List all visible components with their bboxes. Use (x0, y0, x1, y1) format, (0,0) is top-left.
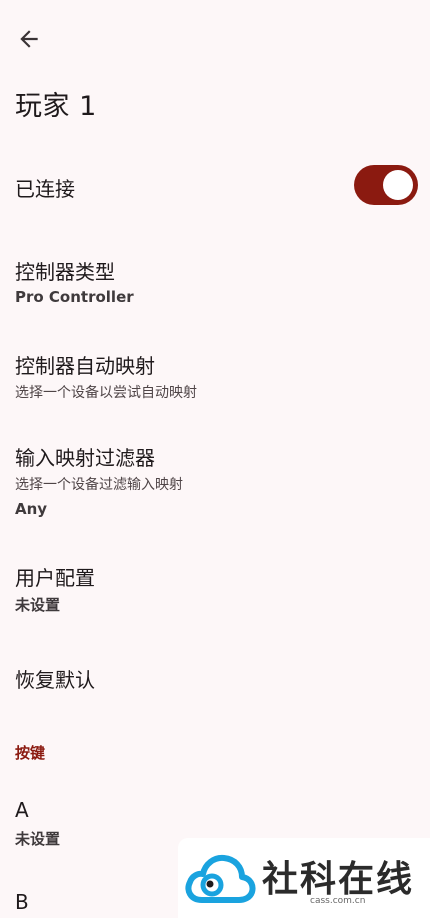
watermark: 社科在线 cass.com.cn (178, 838, 430, 918)
restore-defaults-row[interactable]: 恢复默认 (0, 656, 430, 702)
input-filter-description: 选择一个设备过滤输入映射 (15, 477, 183, 493)
button-mapping-label: A (15, 798, 29, 822)
toggle-thumb (383, 170, 413, 200)
watermark-domain: cass.com.cn (310, 896, 366, 906)
controller-type-value: Pro Controller (15, 288, 134, 306)
input-filter-label: 输入映射过滤器 (15, 446, 155, 470)
buttons-section-header: 按键 (15, 744, 46, 762)
page-title: 玩家 1 (15, 91, 97, 122)
arrow-back-icon (20, 30, 38, 48)
auto-mapping-label: 控制器自动映射 (15, 354, 155, 378)
controller-type-row[interactable]: 控制器类型 Pro Controller (0, 248, 430, 318)
user-profile-row[interactable]: 用户配置 未设置 (0, 554, 430, 624)
input-filter-value: Any (15, 500, 48, 518)
input-filter-row[interactable]: 输入映射过滤器 选择一个设备过滤输入映射 Any (0, 434, 430, 524)
top-app-bar (0, 0, 430, 76)
connected-label: 已连接 (15, 177, 75, 201)
watermark-text: 社科在线 (262, 858, 415, 900)
auto-mapping-row[interactable]: 控制器自动映射 选择一个设备以尝试自动映射 (0, 342, 430, 406)
user-profile-label: 用户配置 (15, 566, 95, 590)
auto-mapping-description: 选择一个设备以尝试自动映射 (15, 385, 197, 401)
back-button[interactable] (12, 22, 46, 56)
button-mapping-label: B (15, 890, 29, 914)
button-mapping-value: 未设置 (15, 830, 61, 848)
cloud-logo-icon (185, 854, 256, 903)
user-profile-value: 未设置 (15, 596, 61, 614)
connected-toggle[interactable] (354, 165, 418, 205)
restore-defaults-label: 恢复默认 (15, 668, 95, 692)
controller-type-label: 控制器类型 (15, 260, 115, 284)
